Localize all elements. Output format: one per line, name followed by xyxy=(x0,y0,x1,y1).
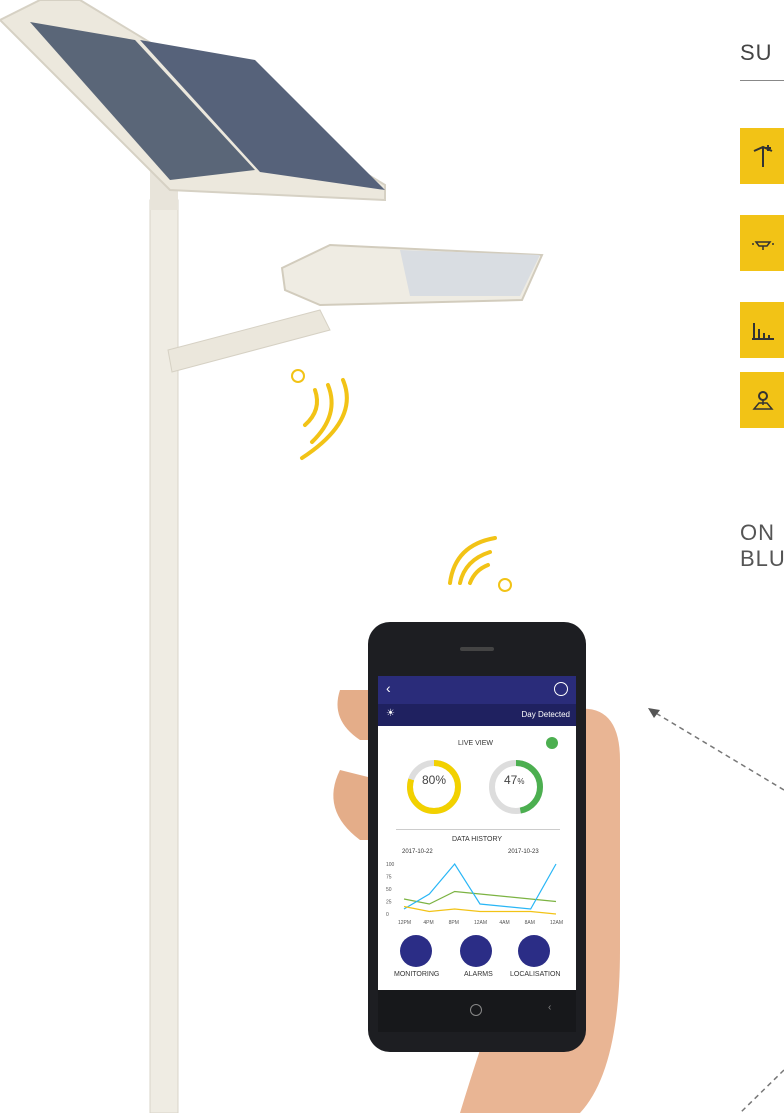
title-divider xyxy=(740,80,784,81)
back-nav-icon[interactable]: ‹ xyxy=(548,1002,551,1013)
dashed-connector xyxy=(648,708,784,1113)
bars-chart-icon xyxy=(752,323,774,340)
pole-icon xyxy=(753,145,773,167)
panel-note: ON BLU xyxy=(740,520,784,571)
status-text: Day Detected xyxy=(521,710,570,719)
x-tick-label: 8AM xyxy=(525,920,535,926)
phone-nav-bar: ‹ xyxy=(378,990,576,1032)
live-view-label: LIVE VIEW xyxy=(458,740,494,747)
led-array xyxy=(400,250,540,296)
series-line xyxy=(403,905,557,915)
y-tick-label: 25 xyxy=(386,900,392,906)
battery-gauge xyxy=(407,760,461,814)
y-tick-label: 75 xyxy=(386,875,392,881)
bluetooth-signal-icon xyxy=(291,369,349,460)
pole xyxy=(149,199,179,1113)
series-line xyxy=(403,890,557,905)
lamp-icon xyxy=(752,241,774,250)
feature-tile-lamp[interactable] xyxy=(740,215,784,271)
date-left: 2017-10-22 xyxy=(402,849,433,855)
x-tick-label: 8PM xyxy=(449,920,459,926)
alarms-button[interactable] xyxy=(460,935,492,967)
section-title: SU xyxy=(740,40,773,65)
status-bar: ☀ Day Detected xyxy=(378,704,576,726)
feature-tile-pole[interactable] xyxy=(740,128,784,184)
home-icon[interactable] xyxy=(470,1004,482,1016)
sun-icon: ☀ xyxy=(386,708,395,719)
y-tick-label: 0 xyxy=(386,912,389,918)
history-label: DATA HISTORY xyxy=(452,836,503,843)
smile-icon xyxy=(546,737,558,749)
divider xyxy=(396,829,560,830)
map-pin-icon xyxy=(752,391,774,410)
monitoring-button[interactable] xyxy=(400,935,432,967)
charge-percent: 47% xyxy=(504,773,524,787)
lamp-arm xyxy=(167,309,331,373)
monitoring-label: MONITORING xyxy=(394,971,440,978)
wireless-signal-icon xyxy=(448,536,512,592)
app-navbar: ‹ xyxy=(378,676,576,704)
feature-tile-chart[interactable] xyxy=(740,302,784,358)
date-right: 2017-10-23 xyxy=(508,849,539,855)
back-icon[interactable]: ‹ xyxy=(386,680,391,696)
battery-percent: 80% xyxy=(422,773,447,787)
charge-percent-unit: % xyxy=(517,777,525,786)
y-tick-label: 50 xyxy=(386,887,392,893)
x-tick-label: 4AM xyxy=(499,920,509,926)
phone-speaker xyxy=(460,647,494,651)
x-tick-label: 4PM xyxy=(423,920,433,926)
charge-percent-value: 47 xyxy=(504,773,518,787)
feature-tile-map[interactable] xyxy=(740,372,784,428)
localisation-label: LOCALISATION xyxy=(510,971,561,978)
y-tick-label: 100 xyxy=(386,862,395,868)
series-line xyxy=(403,862,557,910)
settings-icon[interactable] xyxy=(554,682,568,696)
x-tick-label: 12PM xyxy=(398,920,411,926)
alarms-label: ALARMS xyxy=(464,971,493,978)
x-tick-label: 12AM xyxy=(550,920,563,926)
history-chart: 100 75 50 25 0 12PM 4PM 8PM 12AM 4AM 8AM 12AM xyxy=(386,862,563,926)
charge-gauge xyxy=(489,760,543,814)
x-tick-label: 12AM xyxy=(474,920,487,926)
localisation-button[interactable] xyxy=(518,935,550,967)
